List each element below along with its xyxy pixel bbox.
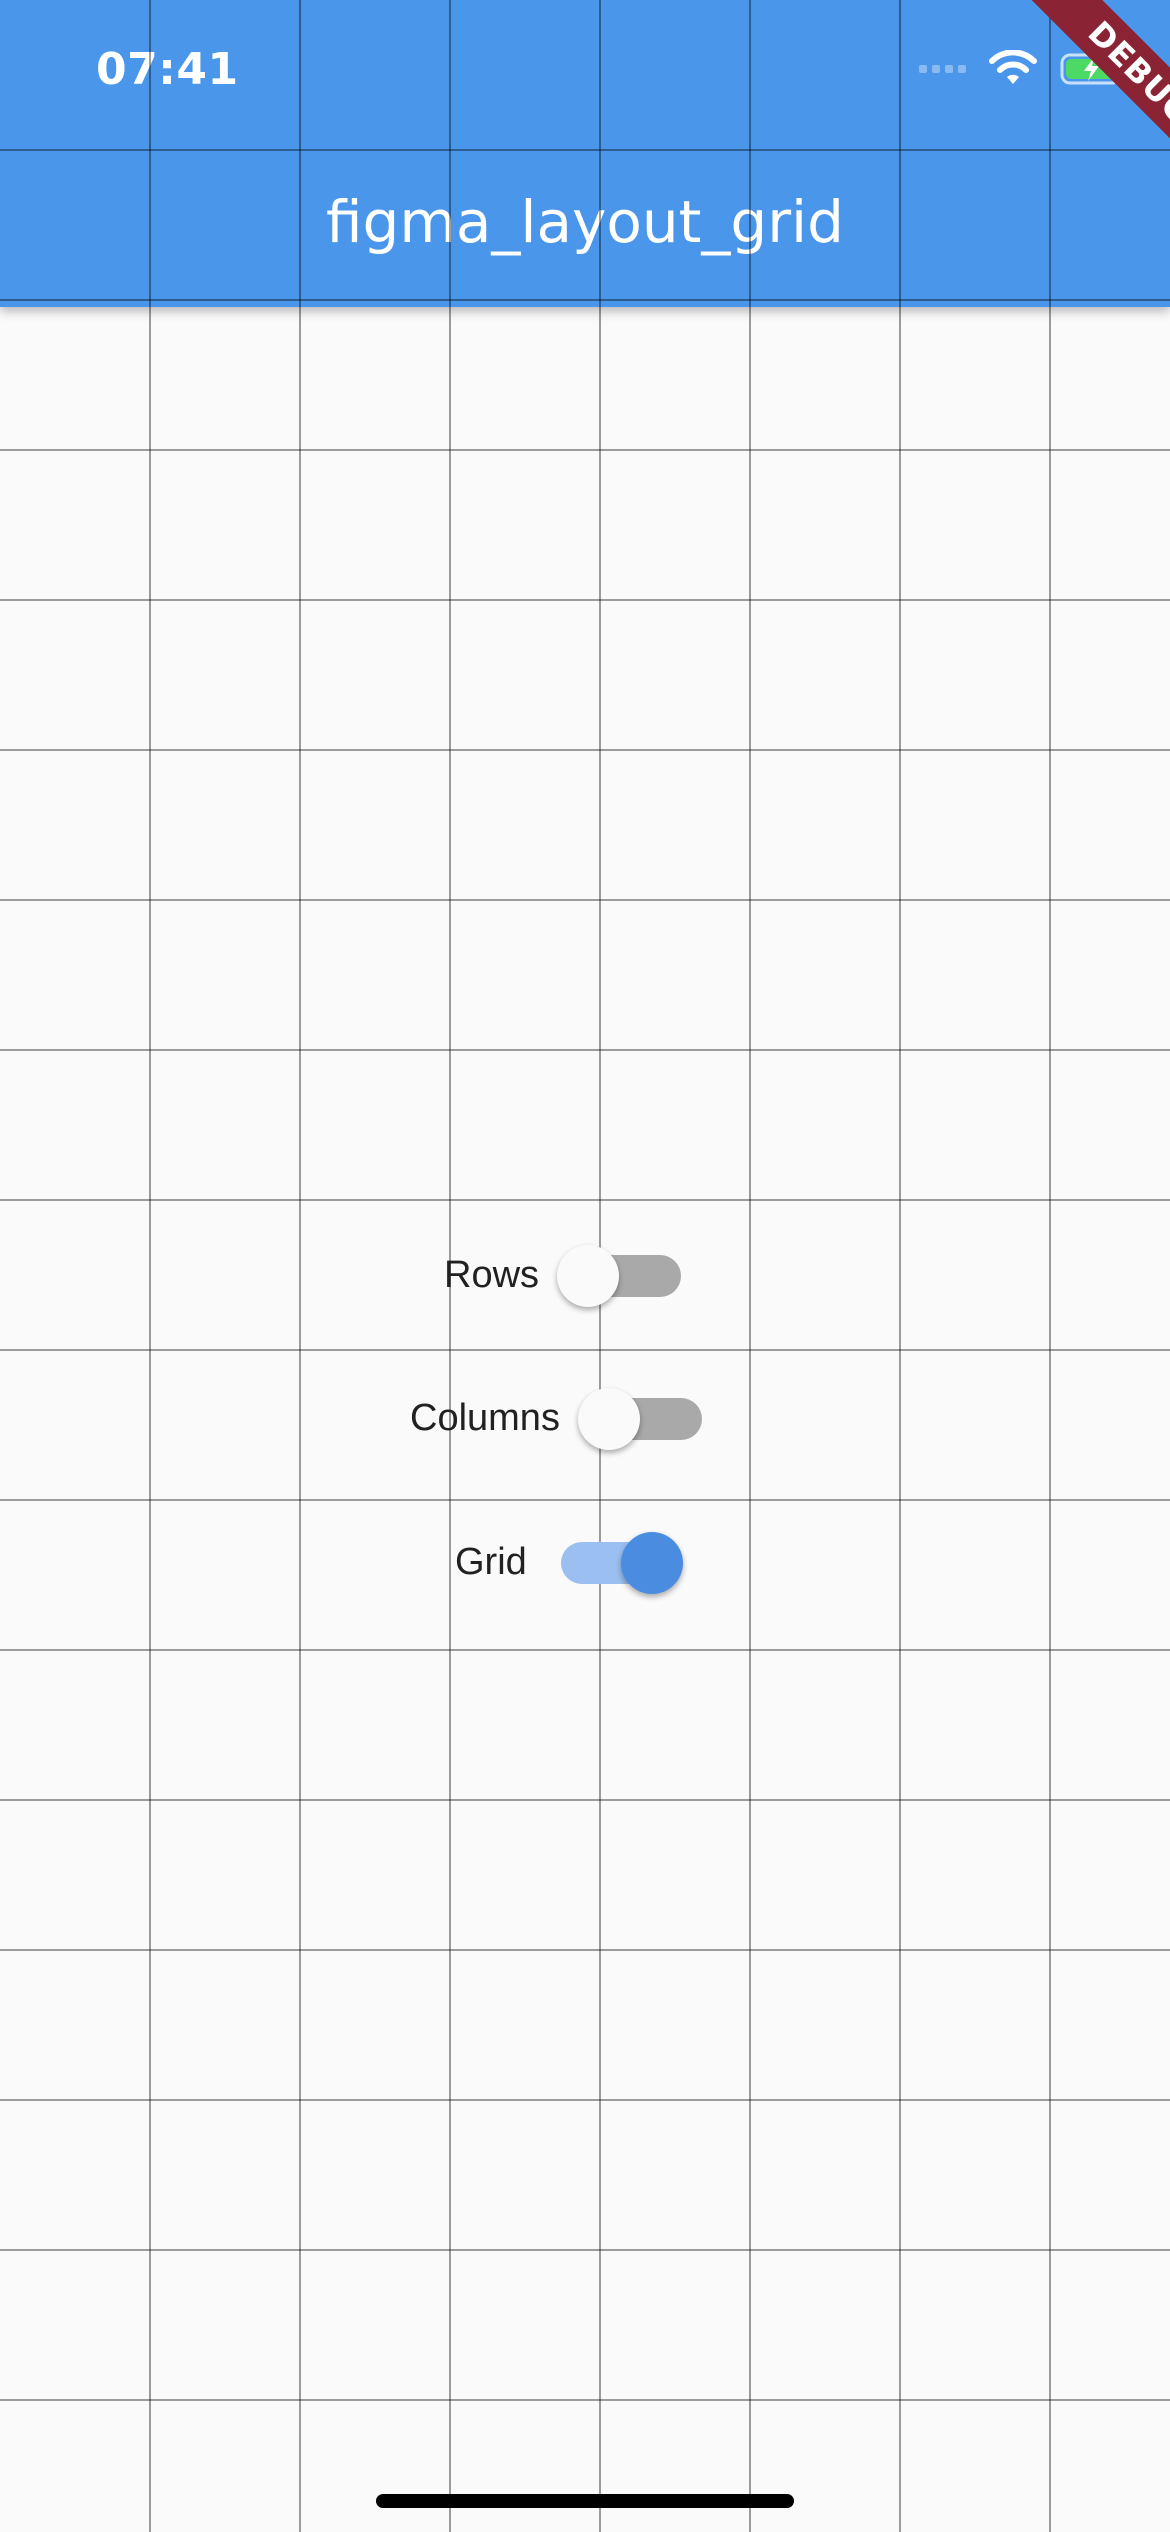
toggle-list: Rows Columns Grid [0,0,1170,2532]
toggle-row-columns: Columns [410,1387,702,1450]
app-screen: 07:41 figma_layout_grid Rows Columns Gri… [0,0,1170,2532]
rows-switch-thumb [557,1244,620,1307]
rows-label: Rows [444,1254,540,1296]
home-indicator[interactable] [376,2494,794,2508]
columns-switch[interactable] [577,1387,702,1450]
toggle-row-rows: Rows [444,1244,682,1307]
toggle-row-grid: Grid [455,1531,683,1594]
grid-switch[interactable] [560,1531,683,1594]
grid-label: Grid [455,1541,527,1583]
columns-switch-thumb [577,1387,640,1450]
rows-switch[interactable] [557,1244,682,1307]
columns-label: Columns [410,1397,560,1439]
grid-switch-thumb [620,1531,683,1594]
